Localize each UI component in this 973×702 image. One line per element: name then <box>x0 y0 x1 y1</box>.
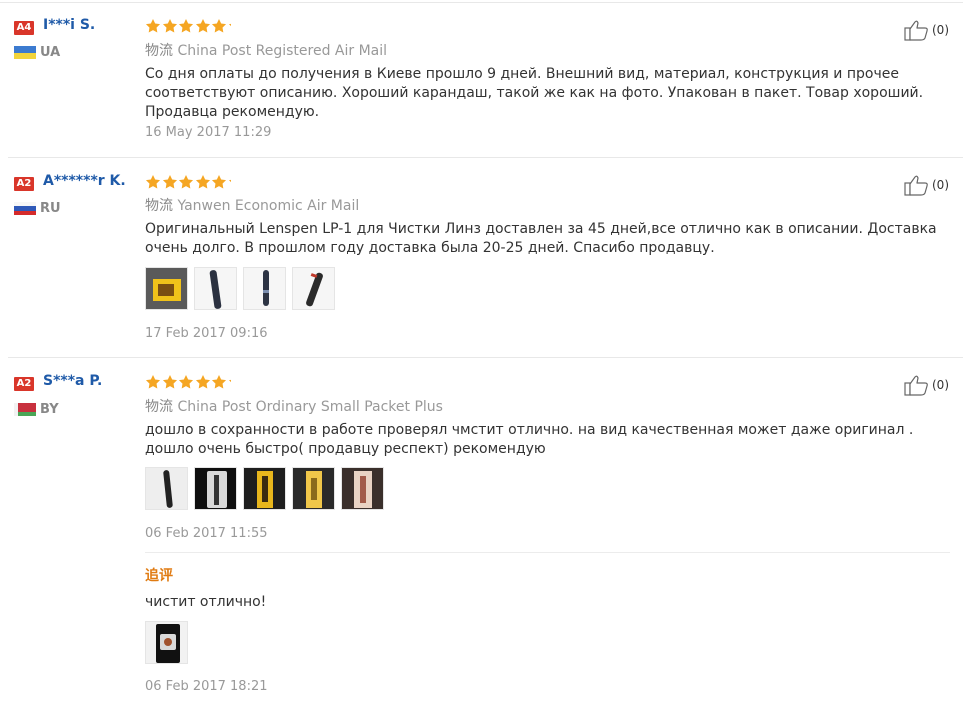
rating-stars <box>145 374 231 390</box>
review-photos <box>145 467 390 510</box>
review-date: 06 Feb 2017 11:55 <box>145 526 268 541</box>
like-button[interactable]: (0) <box>904 174 949 196</box>
review-photo-thumb[interactable] <box>145 267 188 310</box>
additional-feedback-photos <box>145 621 194 664</box>
reviewer-name[interactable]: S***a P. <box>43 373 102 389</box>
shipping-value: China Post Ordinary Small Packet Plus <box>177 399 443 415</box>
shipping-label: 物流 <box>145 43 173 59</box>
user-level-badge: A4 <box>14 21 34 35</box>
star-icon <box>162 374 177 389</box>
review-date: 17 Feb 2017 09:16 <box>145 326 268 341</box>
review-photo-thumb[interactable] <box>243 267 286 310</box>
flag-by-icon <box>14 403 36 416</box>
like-count: (0) <box>932 178 949 192</box>
review-text: Со дня оплаты до получения в Киеве прошл… <box>145 66 924 120</box>
review-photos <box>145 267 341 310</box>
review-photo-thumb[interactable] <box>243 467 286 510</box>
rating-stars <box>145 174 231 190</box>
star-icon <box>178 174 194 189</box>
star-icon <box>211 374 227 389</box>
star-icon <box>195 374 210 389</box>
review-photo-thumb[interactable] <box>292 467 335 510</box>
star-icon-partial <box>228 18 231 32</box>
additional-feedback-title: 追评 <box>145 568 173 584</box>
star-icon-partial <box>228 174 231 188</box>
shipping-label: 物流 <box>145 399 173 415</box>
reviewer-name[interactable]: I***i S. <box>43 17 95 33</box>
flag-ru-icon <box>14 202 36 215</box>
review-text: Оригинальный Lenspen LP-1 для Чистки Лин… <box>145 221 937 256</box>
top-divider <box>0 2 963 3</box>
star-icon <box>195 174 210 189</box>
additional-feedback-divider <box>145 552 950 553</box>
review-photo-thumb[interactable] <box>341 467 384 510</box>
star-icon <box>162 174 177 189</box>
user-level-badge: A2 <box>14 177 34 191</box>
shipping-label: 物流 <box>145 198 173 214</box>
flag-ua-icon <box>14 46 36 59</box>
review-photo-thumb[interactable] <box>145 467 188 510</box>
star-icon <box>145 18 161 33</box>
star-icon <box>162 18 177 33</box>
like-count: (0) <box>932 378 949 392</box>
shipping-value: Yanwen Economic Air Mail <box>177 198 360 214</box>
like-button[interactable]: (0) <box>904 374 949 396</box>
reviewer-country: RU <box>40 201 61 216</box>
star-icon <box>178 374 194 389</box>
user-level-badge: A2 <box>14 377 34 391</box>
thumbs-up-icon <box>904 175 928 196</box>
rating-stars <box>145 18 231 34</box>
like-count: (0) <box>932 23 949 37</box>
review-date: 16 May 2017 11:29 <box>145 125 272 140</box>
thumbs-up-icon <box>904 20 928 41</box>
shipping-value: China Post Registered Air Mail <box>177 43 388 59</box>
star-icon-partial <box>228 374 231 388</box>
review-photo-thumb[interactable] <box>145 621 188 664</box>
review-divider <box>8 357 963 358</box>
thumbs-up-icon <box>904 375 928 396</box>
reviewer-name[interactable]: A******r K. <box>43 173 126 189</box>
star-icon <box>145 174 161 189</box>
review-photo-thumb[interactable] <box>194 467 237 510</box>
like-button[interactable]: (0) <box>904 19 949 41</box>
star-icon <box>195 18 210 33</box>
star-icon <box>145 374 161 389</box>
review-text: дошло в сохранности в работе проверял чм… <box>145 422 914 457</box>
shipping-method: 物流 Yanwen Economic Air Mail <box>145 195 359 215</box>
reviewer-country: BY <box>40 402 59 417</box>
shipping-method: 物流 China Post Registered Air Mail <box>145 40 387 60</box>
reviewer-country: UA <box>40 45 61 60</box>
star-icon <box>211 18 227 33</box>
star-icon <box>211 174 227 189</box>
additional-feedback-date: 06 Feb 2017 18:21 <box>145 679 268 694</box>
shipping-method: 物流 China Post Ordinary Small Packet Plus <box>145 396 443 416</box>
review-divider <box>8 157 963 158</box>
review-photo-thumb[interactable] <box>194 267 237 310</box>
star-icon <box>178 18 194 33</box>
additional-feedback-text: чистит отлично! <box>145 594 267 610</box>
review-photo-thumb[interactable] <box>292 267 335 310</box>
